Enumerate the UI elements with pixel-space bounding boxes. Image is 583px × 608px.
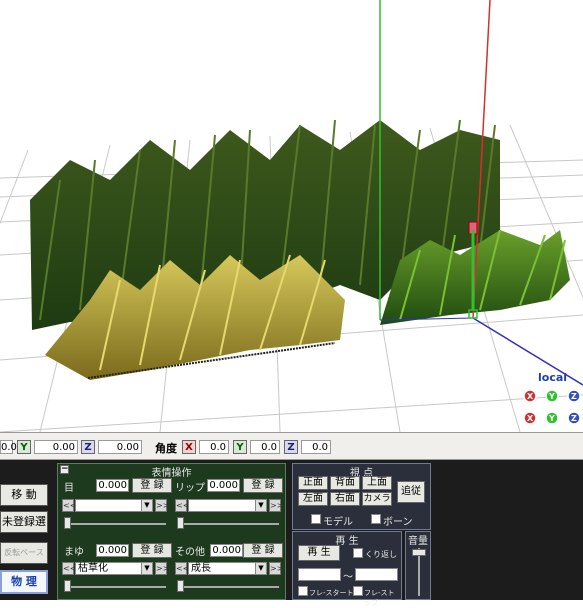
eye-label: 目 [64, 483, 74, 494]
lip-slider[interactable] [177, 517, 279, 529]
rotation-y-value[interactable]: 0.0 [250, 440, 280, 454]
other-next-button[interactable]: >> [269, 562, 283, 575]
position-x-value[interactable]: 0.00 [0, 440, 23, 454]
other-select-value: 成長 [191, 563, 211, 574]
range-tilde: 〜 [343, 572, 353, 583]
dropdown-arrow-icon[interactable]: ▼ [255, 563, 266, 574]
eye-next-button[interactable]: >> [155, 499, 169, 512]
angle-label: 角度 [155, 442, 177, 455]
bone-checkbox-label: ボーン [383, 517, 413, 528]
eye-slider[interactable] [64, 517, 166, 529]
slider-thumb[interactable] [177, 580, 184, 592]
rotation-z-value[interactable]: 0.0 [301, 440, 331, 454]
other-slider[interactable] [177, 580, 279, 592]
lip-next-button[interactable]: >> [269, 499, 283, 512]
other-prev-button[interactable]: << [175, 562, 189, 575]
position-z-axis-button[interactable]: Z [81, 440, 95, 454]
dropdown-arrow-icon[interactable]: ▼ [141, 563, 152, 574]
brow-slider[interactable] [64, 580, 166, 592]
brow-select-value: 枯草化 [78, 563, 108, 574]
frame-start-input[interactable] [298, 568, 341, 581]
other-label: その他 [175, 547, 205, 558]
dropdown-arrow-icon[interactable]: ▼ [141, 500, 152, 511]
rotation-x-value[interactable]: 0.0 [199, 440, 229, 454]
viewport-canvas: X Y Z X Y Z [0, 0, 583, 432]
svg-text:Z: Z [571, 392, 577, 401]
dropdown-arrow-icon[interactable]: ▼ [255, 500, 266, 511]
view-panel: 視 点 正面 背面 上面 左面 右面 カメラ 追従 モデル ボーン [292, 463, 431, 530]
svg-text:X: X [527, 392, 534, 401]
left-button-column: 移 動 未登録選 反転ペースト 物 理 [0, 464, 54, 600]
volume-panel: 音量 [405, 531, 431, 600]
model-checkbox-label: モデル [323, 517, 353, 528]
rotation-z-axis-button[interactable]: Z [284, 440, 298, 454]
model-checkbox[interactable] [311, 514, 321, 524]
move-button[interactable]: 移 動 [0, 484, 48, 506]
brow-prev-button[interactable]: << [62, 562, 76, 575]
slider-track [64, 523, 166, 525]
eye-select[interactable]: ▼ [75, 499, 153, 512]
eye-prev-button[interactable]: << [62, 499, 76, 512]
brow-select[interactable]: 枯草化 ▼ [75, 562, 153, 575]
paste-reverse-button[interactable]: 反転ペースト [0, 542, 48, 577]
expression-title: 表情操作 [151, 468, 192, 479]
svg-text:X: X [527, 414, 534, 423]
frame-stop-checkbox[interactable] [353, 586, 363, 596]
brow-next-button[interactable]: >> [155, 562, 169, 575]
brow-register-button[interactable]: 登 録 [132, 543, 172, 558]
unregistered-select-button[interactable]: 未登録選 [0, 511, 48, 533]
lip-select[interactable]: ▼ [188, 499, 267, 512]
frame-start-checkbox[interactable] [298, 586, 308, 596]
slider-thumb[interactable] [177, 517, 184, 529]
brow-value[interactable]: 0.000 [96, 544, 129, 557]
volume-slider-thumb[interactable] [412, 549, 426, 556]
lip-label: リップ [175, 483, 205, 494]
loop-checkbox[interactable] [353, 548, 363, 558]
lip-value[interactable]: 0.000 [207, 479, 240, 492]
slider-track [64, 586, 166, 588]
front-view-button[interactable]: 正面 [298, 476, 328, 490]
svg-text:Y: Y [548, 414, 555, 423]
local-mode-label[interactable]: local [538, 371, 567, 384]
camera-view-button[interactable]: カメラ [362, 492, 392, 506]
play-button[interactable]: 再 生 [298, 545, 340, 561]
svg-text:Y: Y [548, 392, 555, 401]
rotation-y-axis-button[interactable]: Y [233, 440, 247, 454]
other-select[interactable]: 成長 ▼ [188, 562, 267, 575]
other-value[interactable]: 0.000 [210, 544, 243, 557]
local-gizmo: X Y Z X Y Z [523, 389, 581, 425]
slider-thumb[interactable] [64, 580, 71, 592]
lip-register-button[interactable]: 登 録 [243, 478, 283, 493]
slider-track [177, 523, 279, 525]
frame-start-checkbox-label: フレ-スタート [309, 589, 354, 597]
slider-track [177, 586, 279, 588]
rotation-x-axis-button[interactable]: X [182, 440, 196, 454]
svg-text:Z: Z [571, 414, 577, 423]
back-view-button[interactable]: 背面 [330, 476, 360, 490]
position-y-value[interactable]: 0.00 [34, 440, 78, 454]
coordinate-bar: 0.00 Y 0.00 Z 0.00 角度 X 0.0 Y 0.0 Z 0.0 [0, 432, 583, 460]
slider-thumb[interactable] [64, 517, 71, 529]
expression-panel: − 表情操作 目 0.000 登 録 << ▼ >> リップ 0.000 登 録… [57, 463, 286, 600]
eye-register-button[interactable]: 登 録 [132, 478, 172, 493]
control-panel: 移 動 未登録選 反転ペースト 物 理 − 表情操作 目 0.000 登 録 <… [0, 460, 583, 607]
position-y-axis-button[interactable]: Y [17, 440, 31, 454]
physics-button[interactable]: 物 理 [0, 570, 48, 594]
left-view-button[interactable]: 左面 [298, 492, 328, 506]
frame-end-input[interactable] [355, 568, 398, 581]
right-view-button[interactable]: 右面 [330, 492, 360, 506]
frame-stop-checkbox-label: フレ-ストップ [364, 589, 395, 607]
other-register-button[interactable]: 登 録 [243, 543, 283, 558]
lip-prev-button[interactable]: << [175, 499, 189, 512]
loop-checkbox-label: くり返し [365, 550, 397, 559]
play-panel: 再 生 再 生 くり返し 〜 フレ-スタート フレ-ストップ [292, 531, 402, 607]
3d-viewport[interactable]: X Y Z X Y Z local [0, 0, 583, 432]
brow-label: まゆ [64, 547, 84, 558]
top-view-button[interactable]: 上面 [362, 476, 392, 490]
eye-value[interactable]: 0.000 [96, 479, 129, 492]
volume-title: 音量 [408, 536, 428, 547]
bone-checkbox[interactable] [371, 514, 381, 524]
follow-button[interactable]: 追従 [397, 481, 425, 503]
position-z-value[interactable]: 0.00 [98, 440, 142, 454]
